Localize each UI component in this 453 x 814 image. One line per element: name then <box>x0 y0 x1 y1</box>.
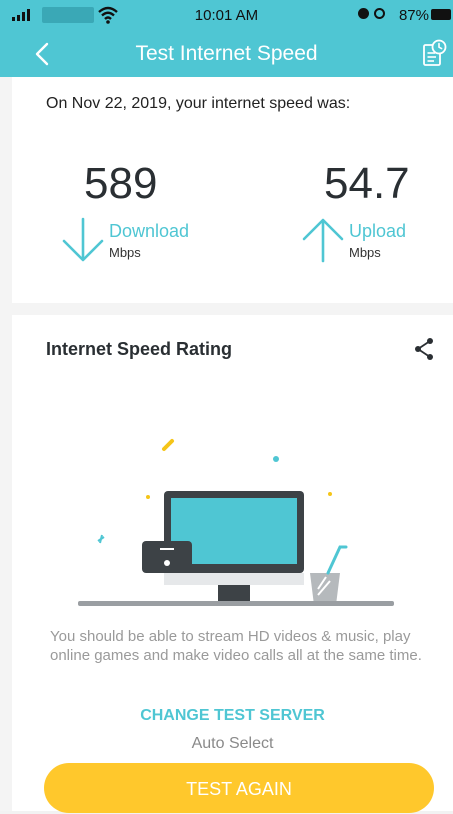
history-report-icon[interactable] <box>421 39 447 67</box>
upload-arrow-icon <box>302 218 344 263</box>
rating-description: You should be able to stream HD videos &… <box>50 628 422 664</box>
test-again-button[interactable]: TEST AGAIN <box>44 763 434 813</box>
upload-label: Upload <box>349 221 407 241</box>
upload-metric: 54.7 Upload Mbps <box>300 159 453 269</box>
change-test-server-link[interactable]: CHANGE TEST SERVER <box>12 707 453 725</box>
share-icon[interactable] <box>413 337 435 361</box>
orientation-lock-icon <box>374 8 385 19</box>
selected-server-value: Auto Select <box>191 735 274 752</box>
download-label: Download <box>109 221 190 241</box>
status-bar: 10:01 AM 87% <box>0 0 453 30</box>
section-divider <box>12 303 453 315</box>
battery-percentage: 87% <box>398 7 429 24</box>
battery-icon <box>431 9 451 20</box>
alarm-icon <box>358 8 369 19</box>
download-arrow-icon <box>62 217 104 262</box>
speed-summary-card: On Nov 22, 2019, your internet speed was… <box>12 77 453 303</box>
speed-rating-card: Internet Speed Rating You should be able… <box>12 315 453 813</box>
upload-value: 54.7 <box>324 159 410 208</box>
computer-illustration <box>78 439 394 606</box>
test-date-text: On Nov 22, 2019, your internet speed was… <box>46 95 351 112</box>
upload-unit: Mbps <box>349 245 381 260</box>
left-edge-gutter <box>0 77 12 811</box>
download-unit: Mbps <box>109 245 141 260</box>
rating-heading: Internet Speed Rating <box>46 339 233 359</box>
download-metric: 589 Download Mbps <box>60 159 240 269</box>
download-value: 589 <box>84 159 158 208</box>
app-header: Test Internet Speed <box>0 30 453 77</box>
page-title: Test Internet Speed <box>135 42 318 65</box>
status-time: 10:01 AM <box>194 7 259 24</box>
app-screen: 10:01 AM 87% Test Internet Speed On Nov … <box>0 0 453 813</box>
